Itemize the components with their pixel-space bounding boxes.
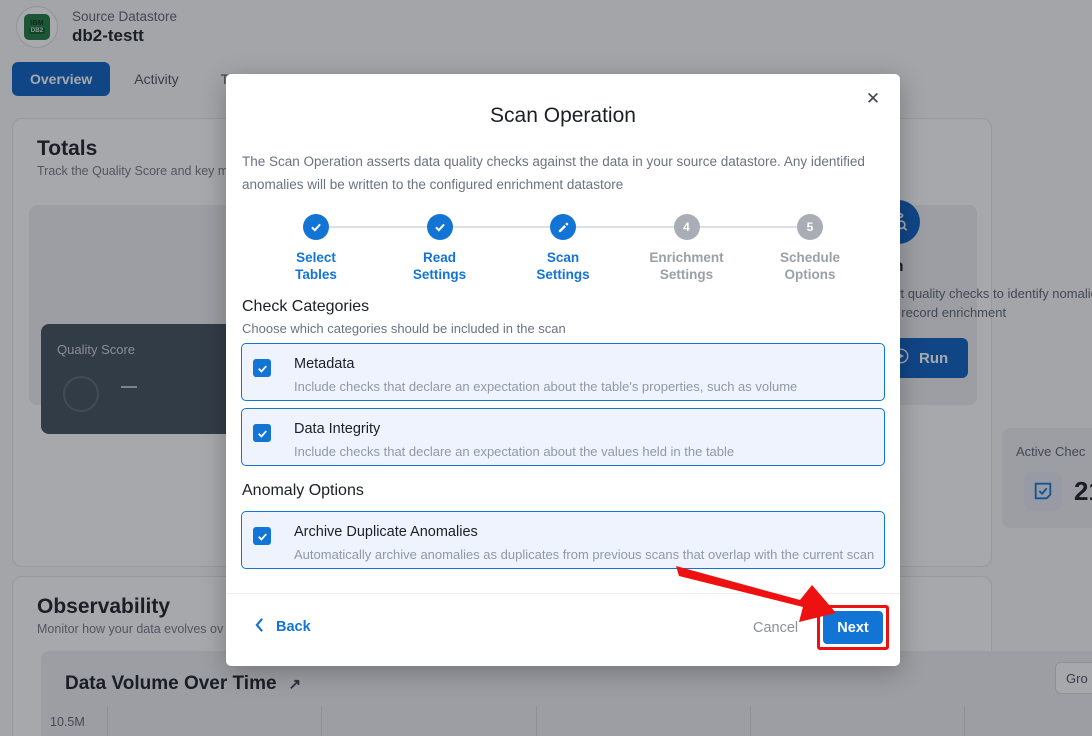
step-label-line1: Scan — [546, 250, 580, 265]
step-select-tables[interactable]: Select Tables — [256, 214, 376, 283]
step-number-5: 5 — [797, 214, 823, 240]
option-archive-duplicate-anomalies[interactable]: Archive Duplicate Anomalies Automaticall… — [241, 511, 885, 569]
stepper-connector — [572, 226, 686, 228]
back-button-label: Back — [276, 619, 311, 635]
option-title: Metadata — [294, 356, 355, 372]
option-title: Data Integrity — [294, 421, 381, 437]
footer-divider — [226, 593, 900, 594]
step-label-line1: Select — [296, 250, 336, 265]
stepper-connector — [329, 226, 443, 228]
step-label-line1: Enrichment — [649, 250, 724, 265]
wizard-stepper: Select Tables Read Settings Scan Setting… — [256, 214, 870, 283]
modal-description: The Scan Operation asserts data quality … — [242, 154, 865, 192]
step-label-line2: Settings — [659, 267, 714, 282]
option-description: Automatically archive anomalies as dupli… — [294, 547, 875, 562]
step-label-line2: Settings — [412, 267, 467, 282]
data-integrity-checkbox[interactable] — [253, 424, 271, 442]
check-icon — [426, 214, 453, 240]
check-categories-heading: Check Categories — [242, 298, 370, 315]
step-scan-settings[interactable]: Scan Settings — [503, 214, 623, 283]
option-description: Include checks that declare an expectati… — [294, 379, 798, 394]
modal-title: Scan Operation — [490, 104, 636, 127]
screen: IBM DB2 Source Datastore db2-testt Overv… — [0, 0, 1092, 736]
option-title: Archive Duplicate Anomalies — [294, 524, 478, 540]
step-enrichment-settings[interactable]: 4 Enrichment Settings — [627, 214, 747, 283]
check-categories-subheading: Choose which categories should be includ… — [242, 321, 566, 336]
step-schedule-options[interactable]: 5 Schedule Options — [750, 214, 870, 283]
option-data-integrity[interactable]: Data Integrity Include checks that decla… — [241, 408, 885, 466]
option-metadata[interactable]: Metadata Include checks that declare an … — [241, 343, 885, 401]
step-read-settings[interactable]: Read Settings — [380, 214, 500, 283]
step-label-line2: Options — [784, 267, 836, 282]
metadata-checkbox[interactable] — [253, 359, 271, 377]
scan-operation-modal: ✕ Scan Operation The Scan Operation asse… — [226, 74, 900, 666]
step-label-line1: Read — [422, 250, 456, 265]
option-description: Include checks that declare an expectati… — [294, 444, 735, 459]
back-button[interactable]: Back — [254, 617, 311, 637]
check-icon — [303, 214, 329, 240]
step-number-4: 4 — [673, 214, 700, 240]
cancel-button[interactable]: Cancel — [753, 620, 798, 636]
step-label-line2: Tables — [295, 267, 337, 282]
step-label-line1: Schedule — [779, 250, 841, 265]
chevron-left-icon — [254, 617, 265, 637]
anomaly-options-heading: Anomaly Options — [242, 482, 364, 499]
step-label-line2: Settings — [536, 267, 590, 282]
next-button-highlight — [817, 605, 889, 650]
pencil-icon — [550, 214, 576, 240]
stepper-connector — [694, 226, 808, 228]
stepper-connector — [450, 226, 564, 228]
archive-duplicate-anomalies-checkbox[interactable] — [253, 527, 271, 545]
